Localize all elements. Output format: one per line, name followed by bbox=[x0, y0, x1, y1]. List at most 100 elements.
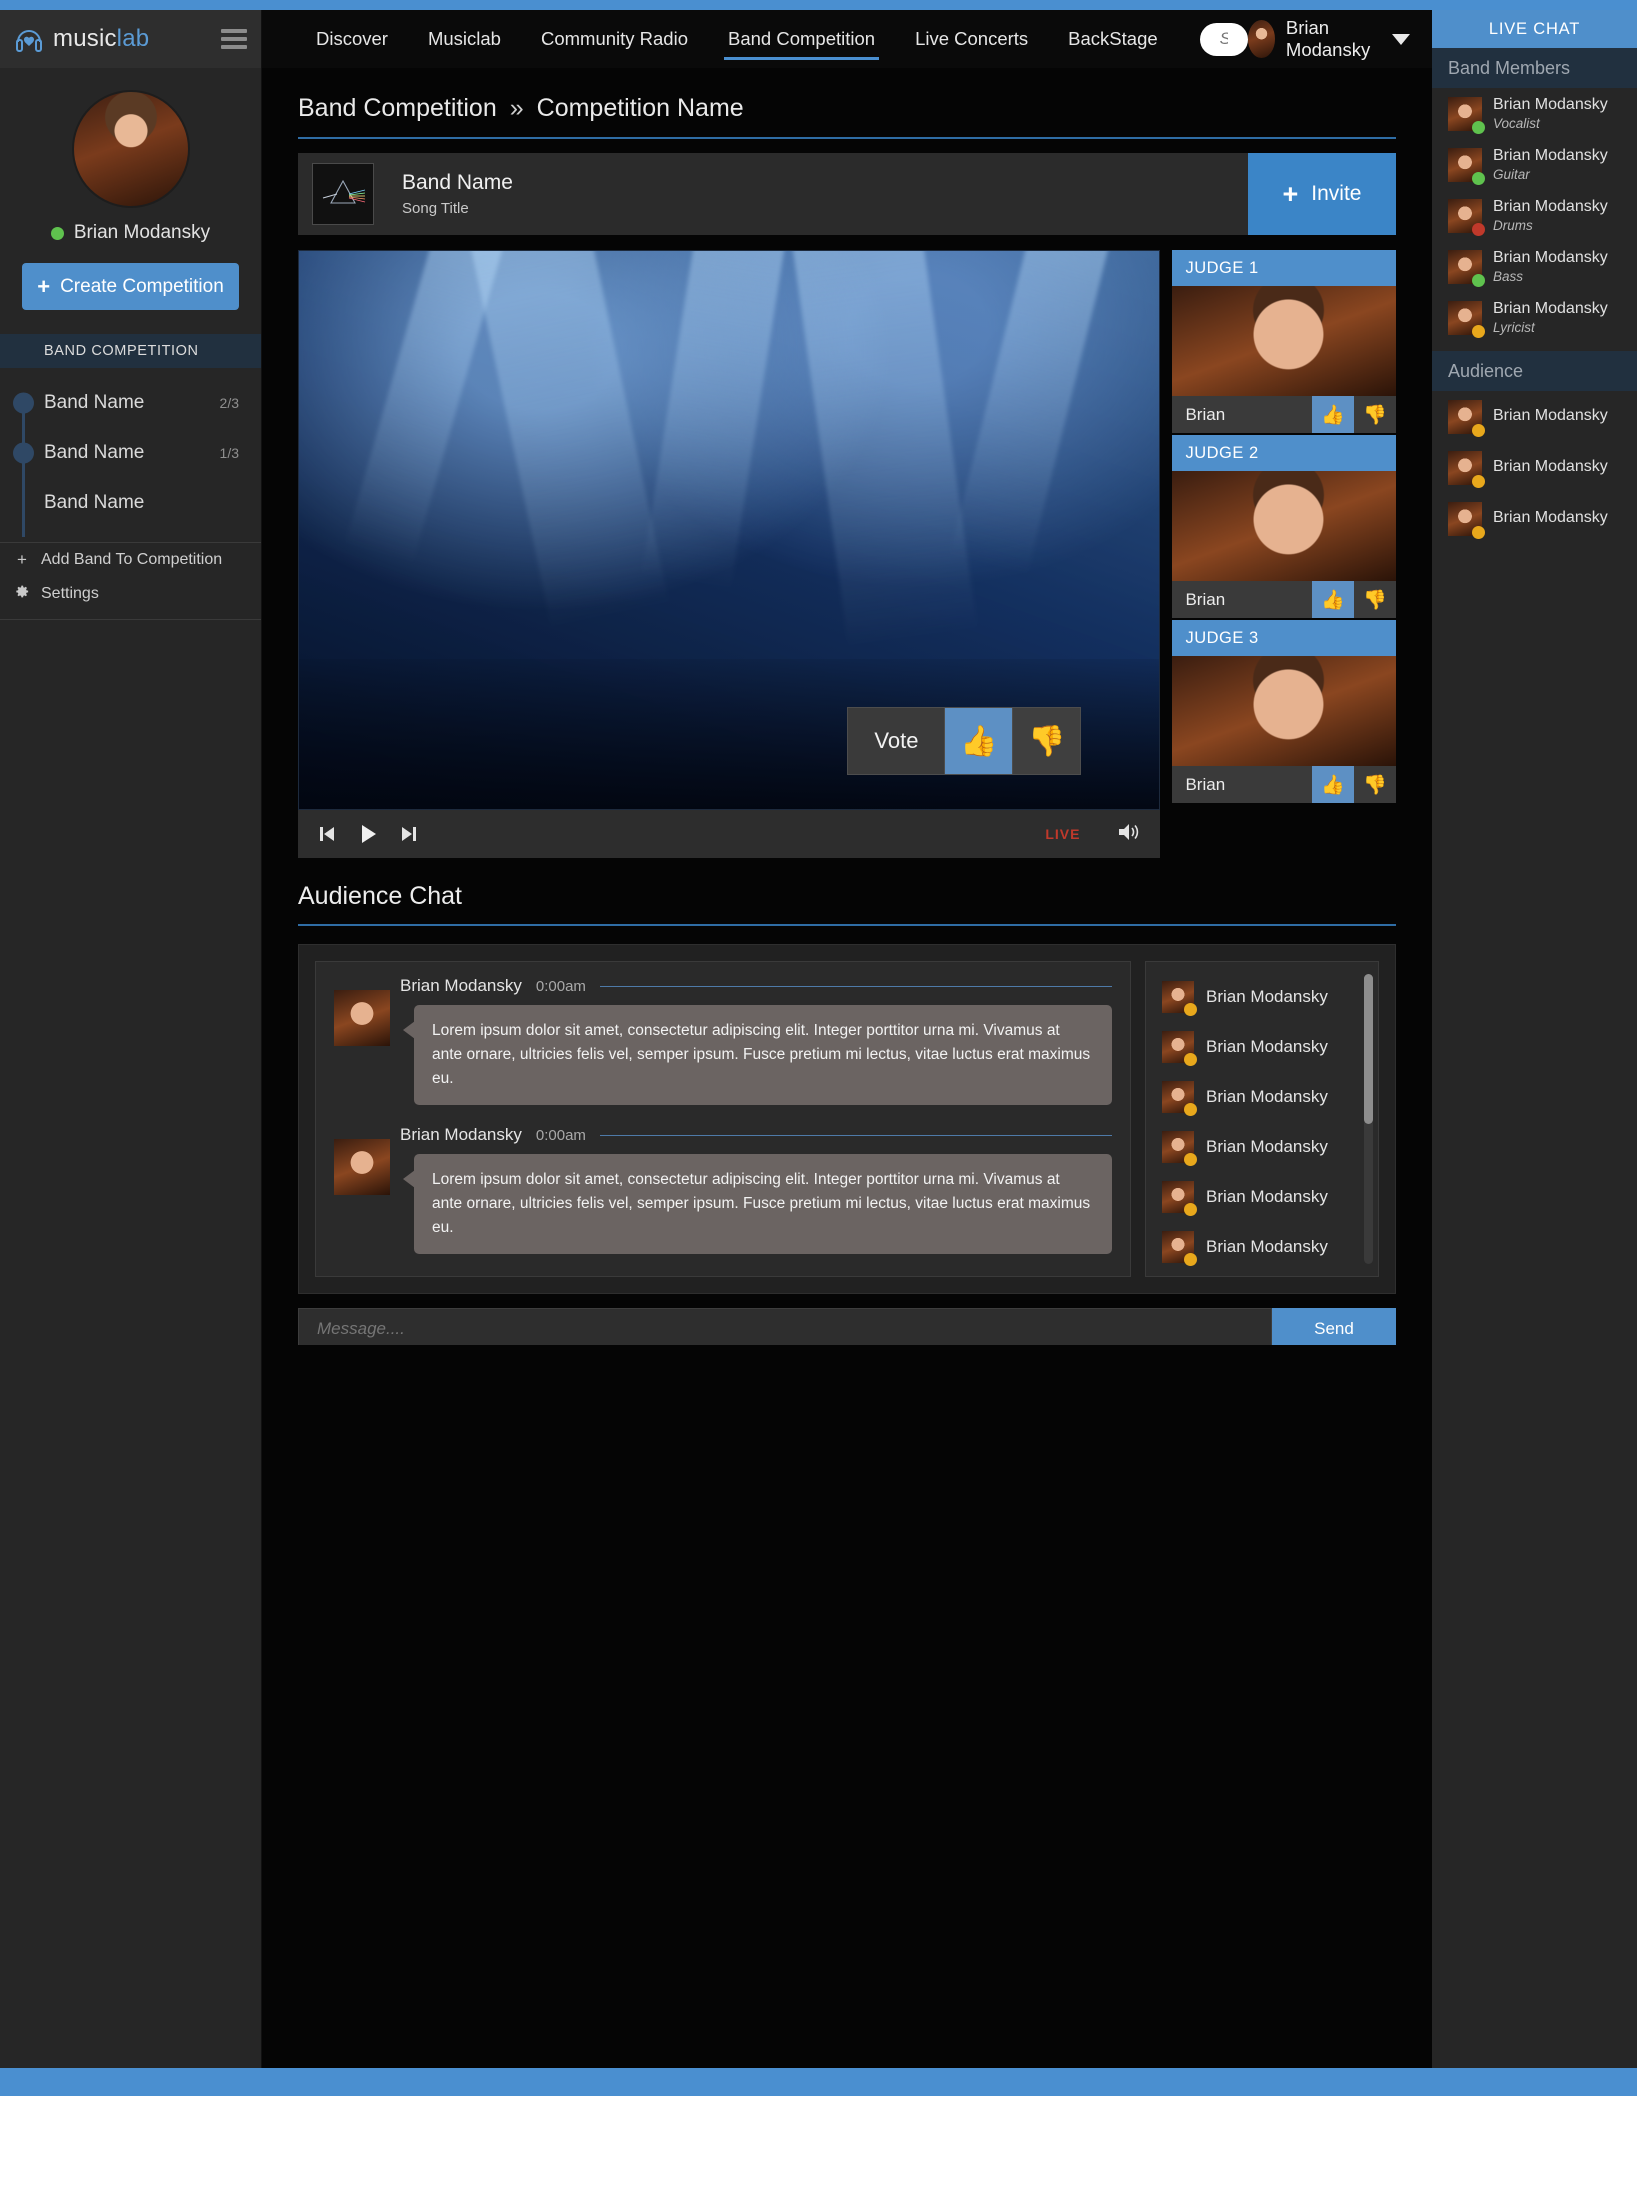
judge-avatar bbox=[1172, 286, 1396, 396]
chat-message-rule bbox=[599, 1134, 1112, 1136]
chat-message-author: Brian Modansky bbox=[400, 976, 522, 995]
band-member-name: Brian Modansky bbox=[1493, 197, 1608, 215]
chat-user-item[interactable]: Brian Modansky bbox=[1146, 1172, 1378, 1222]
invite-label: Invite bbox=[1311, 182, 1362, 205]
sidebar-section-title: BAND COMPETITION bbox=[0, 334, 261, 368]
chat-user-item[interactable]: Brian Modansky bbox=[1146, 972, 1378, 1022]
chat-message-list[interactable]: Brian Modansky 0:00am Lorem ipsum dolor … bbox=[315, 961, 1131, 1277]
nav-item-musiclab[interactable]: Musiclab bbox=[408, 10, 521, 68]
band-member-role: Guitar bbox=[1493, 167, 1530, 183]
band-member-name: Brian Modansky bbox=[1493, 248, 1608, 266]
thumbs-up-icon[interactable]: 👍 bbox=[1312, 581, 1354, 618]
thumbs-down-icon[interactable]: 👎 bbox=[1354, 766, 1396, 803]
brand-bar: musiclab bbox=[0, 10, 261, 68]
judge-card-3: JUDGE 3 Brian 👍 👎 bbox=[1172, 620, 1396, 803]
thumbs-down-icon[interactable]: 👎 bbox=[1354, 581, 1396, 618]
profile-name: Brian Modansky bbox=[73, 222, 211, 243]
nav-label: Musiclab bbox=[427, 28, 501, 49]
chat-message-text: Lorem ipsum dolor sit amet, consectetur … bbox=[403, 1005, 1112, 1106]
sidebar-band-list: Band Name 2/3 Band Name 1/3 Band Name bbox=[0, 368, 261, 537]
play-icon[interactable] bbox=[356, 822, 380, 846]
thumbs-up-icon[interactable]: 👍 bbox=[944, 708, 1013, 774]
audience-item[interactable]: Brian Modansky bbox=[1432, 442, 1637, 493]
audience-chat-title: Audience Chat bbox=[298, 882, 463, 910]
video-player: Vote 👍 👎 LIVE bbox=[298, 250, 1161, 858]
chat-user-scrollbar[interactable] bbox=[1364, 974, 1373, 1264]
left-sidebar: musiclab Brian Modansky + Create Competi… bbox=[0, 10, 262, 2068]
volume-icon[interactable] bbox=[1116, 821, 1142, 848]
invite-button[interactable]: + Invite bbox=[1248, 153, 1396, 235]
sidebar-band-item-1[interactable]: Band Name 2/3 bbox=[0, 378, 261, 453]
chat-user-list: Brian Modansky Brian Modansky Brian Moda… bbox=[1145, 961, 1379, 1277]
audience-name: Brian Modansky bbox=[1493, 509, 1608, 527]
band-member-item[interactable]: Brian Modansky Lyricist bbox=[1432, 292, 1637, 343]
band-member-role: Drums bbox=[1493, 218, 1533, 234]
brand-text: musiclab bbox=[53, 25, 149, 53]
video-stage[interactable]: Vote 👍 👎 bbox=[298, 250, 1161, 810]
band-member-name: Brian Modansky bbox=[1493, 299, 1608, 317]
band-member-item[interactable]: Brian Modansky Vocalist bbox=[1432, 88, 1637, 139]
chat-send-row: Send bbox=[298, 1308, 1396, 1350]
audience-header: Audience bbox=[1432, 351, 1637, 391]
band-member-item[interactable]: Brian Modansky Bass bbox=[1432, 241, 1637, 292]
nav-item-backstage[interactable]: BackStage bbox=[1048, 10, 1177, 68]
create-competition-button[interactable]: + Create Competition bbox=[22, 263, 239, 310]
judge-vote-controls: 👍 👎 bbox=[1312, 581, 1396, 618]
add-band-to-competition-button[interactable]: + Add Band To Competition bbox=[0, 543, 261, 577]
chat-user-item[interactable]: Brian Modansky bbox=[1146, 1222, 1378, 1272]
audience-item[interactable]: Brian Modansky bbox=[1432, 391, 1637, 442]
nav-item-discover[interactable]: Discover bbox=[296, 10, 408, 68]
thumbs-down-icon[interactable]: 👎 bbox=[1012, 708, 1081, 774]
chat-message-rule bbox=[599, 985, 1112, 987]
bottom-accent-bar bbox=[0, 2068, 1637, 2096]
message-input[interactable] bbox=[298, 1308, 1272, 1350]
chat-message: Brian Modansky 0:00am Lorem ipsum dolor … bbox=[334, 1125, 1112, 1255]
chat-user-item[interactable]: Brian Modansky bbox=[1146, 1122, 1378, 1172]
judge-title: JUDGE 2 bbox=[1172, 435, 1396, 471]
nav-item-band-competition[interactable]: Band Competition bbox=[708, 10, 895, 68]
chat-user-item[interactable]: Brian Modansky bbox=[1146, 1022, 1378, 1072]
chat-user-scrollbar-thumb[interactable] bbox=[1364, 974, 1373, 1124]
album-art-prism bbox=[312, 163, 374, 225]
nav-item-community-radio[interactable]: Community Radio bbox=[521, 10, 708, 68]
brand-name-secondary: lab bbox=[116, 25, 150, 52]
brand-logo[interactable]: musiclab bbox=[14, 24, 149, 54]
chat-message-time: 0:00am bbox=[535, 1126, 586, 1144]
plus-icon: + bbox=[1282, 178, 1299, 209]
avatar bbox=[1448, 96, 1485, 134]
timeline-node-icon bbox=[13, 392, 34, 414]
hamburger-icon[interactable] bbox=[221, 29, 247, 49]
search-box[interactable] bbox=[1199, 22, 1248, 56]
chat-user-name: Brian Modansky bbox=[1206, 1037, 1328, 1056]
chat-user-name: Brian Modansky bbox=[1206, 1187, 1328, 1206]
sidebar-band-item-2[interactable]: Band Name 1/3 bbox=[0, 428, 261, 503]
skip-next-icon[interactable] bbox=[398, 823, 420, 845]
thumbs-down-icon[interactable]: 👎 bbox=[1354, 396, 1396, 433]
search-input[interactable] bbox=[1219, 29, 1228, 49]
breadcrumb-separator-icon: » bbox=[509, 94, 524, 122]
skip-previous-icon[interactable] bbox=[316, 823, 338, 845]
band-member-item[interactable]: Brian Modansky Guitar bbox=[1432, 139, 1637, 190]
gear-icon bbox=[13, 584, 31, 604]
nav-item-live-concerts[interactable]: Live Concerts bbox=[895, 10, 1048, 68]
send-button[interactable]: Send bbox=[1272, 1308, 1396, 1350]
nav-label: Community Radio bbox=[540, 28, 688, 49]
profile-name-row: Brian Modansky bbox=[0, 222, 261, 244]
sidebar-band-item-3[interactable]: Band Name bbox=[0, 478, 261, 537]
judge-footer: Brian 👍 👎 bbox=[1172, 581, 1396, 618]
chevron-down-icon bbox=[1392, 33, 1410, 45]
player-controls: LIVE bbox=[298, 810, 1161, 858]
thumbs-up-icon[interactable]: 👍 bbox=[1312, 766, 1354, 803]
settings-label: Settings bbox=[41, 585, 99, 602]
audience-item[interactable]: Brian Modansky bbox=[1432, 493, 1637, 544]
breadcrumb-root[interactable]: Band Competition bbox=[298, 94, 497, 123]
audience-chat-rule bbox=[298, 924, 1396, 926]
sidebar-section-title-text: BAND COMPETITION bbox=[44, 343, 199, 359]
chat-user-item[interactable]: Brian Modansky bbox=[1146, 1072, 1378, 1122]
user-menu[interactable]: Brian Modansky bbox=[1247, 17, 1432, 61]
thumbs-up-icon[interactable]: 👍 bbox=[1312, 396, 1354, 433]
avatar bbox=[1448, 399, 1485, 437]
band-member-item[interactable]: Brian Modansky Drums bbox=[1432, 190, 1637, 241]
avatar bbox=[1162, 1081, 1197, 1116]
settings-button[interactable]: Settings bbox=[0, 577, 261, 611]
